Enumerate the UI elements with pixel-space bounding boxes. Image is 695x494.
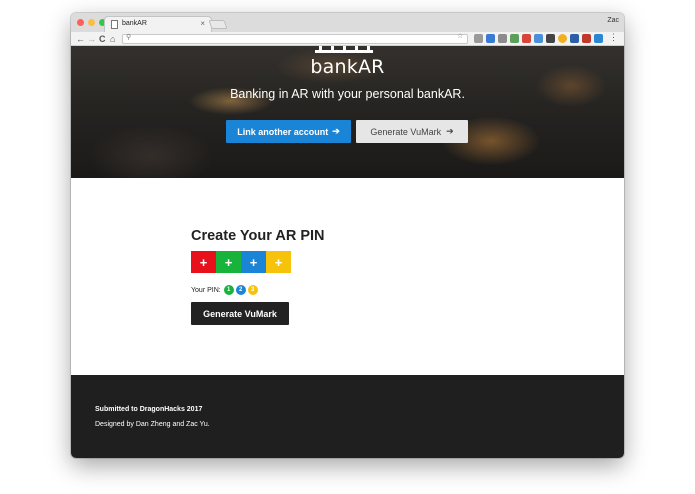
extension-icon[interactable] xyxy=(582,34,591,43)
link-account-label: Link another account xyxy=(237,126,329,137)
pin-pad: + + + + xyxy=(191,251,291,273)
footer: Submitted to DragonHacks 2017 Designed b… xyxy=(71,375,624,458)
link-account-button[interactable]: Link another account ➔ xyxy=(226,120,351,143)
pin-section: Create Your AR PIN + + + + Your PIN: 1 2… xyxy=(71,178,624,375)
home-icon[interactable]: ⌂ xyxy=(110,33,115,45)
pin-pad-yellow-button[interactable]: + xyxy=(266,251,291,273)
pin-digit: 1 xyxy=(223,285,234,295)
pin-label: Your PIN: xyxy=(191,286,221,294)
arrow-right-icon: ➔ xyxy=(332,126,340,136)
arrow-right-icon: ➔ xyxy=(446,126,454,136)
browser-window: bankAR × Zac ← → C ⌂ ⚲ ☆ ⋮ bankAR Bankin… xyxy=(71,13,624,458)
tab-title: bankAR xyxy=(122,20,147,27)
extension-icon[interactable] xyxy=(486,34,495,43)
bank-logo-icon xyxy=(311,46,377,55)
menu-icon[interactable]: ⋮ xyxy=(609,32,618,43)
extension-icon[interactable] xyxy=(510,34,519,43)
document-icon xyxy=(111,20,118,29)
brand-name: bankAR xyxy=(310,56,385,78)
search-icon: ⚲ xyxy=(126,34,132,41)
extension-icon[interactable] xyxy=(522,34,531,43)
hero-generate-vumark-button[interactable]: Generate VuMark ➔ xyxy=(356,120,468,143)
generate-vumark-label: Generate VuMark xyxy=(370,126,442,137)
bookmark-icon[interactable]: ☆ xyxy=(457,32,463,40)
tagline: Banking in AR with your personal bankAR. xyxy=(230,87,465,101)
profile-name[interactable]: Zac xyxy=(607,17,619,24)
close-window-button[interactable] xyxy=(77,19,84,26)
window-controls xyxy=(77,19,106,26)
pin-digit: 3 xyxy=(247,285,258,295)
generate-vumark-button[interactable]: Generate VuMark xyxy=(191,302,289,325)
footer-credits: Designed by Dan Zheng and Zac Yu. xyxy=(95,421,210,428)
address-bar[interactable]: ⚲ xyxy=(122,34,468,44)
forward-icon[interactable]: → xyxy=(87,33,96,45)
footer-submission: Submitted to DragonHacks 2017 xyxy=(95,406,203,413)
tab-bankar[interactable]: bankAR × xyxy=(104,16,212,32)
tab-close-icon[interactable]: × xyxy=(200,19,205,28)
extension-icon[interactable] xyxy=(534,34,543,43)
tab-strip: bankAR × Zac xyxy=(71,13,624,32)
browser-toolbar: ← → C ⌂ ⚲ ☆ ⋮ xyxy=(71,32,624,46)
pin-pad-red-button[interactable]: + xyxy=(191,251,216,273)
pin-pad-blue-button[interactable]: + xyxy=(241,251,266,273)
extension-icon[interactable] xyxy=(498,34,507,43)
extension-icon[interactable] xyxy=(558,34,567,43)
reload-icon[interactable]: C xyxy=(99,33,106,45)
back-icon[interactable]: ← xyxy=(76,33,85,45)
extension-icon[interactable] xyxy=(546,34,555,43)
pin-display: Your PIN: 1 2 3 xyxy=(191,285,258,295)
extension-icon[interactable] xyxy=(594,34,603,43)
hero-section: bankAR Banking in AR with your personal … xyxy=(71,46,624,178)
page-title: Create Your AR PIN xyxy=(191,228,325,244)
pin-digit: 2 xyxy=(235,285,246,295)
pin-pad-green-button[interactable]: + xyxy=(216,251,241,273)
minimize-window-button[interactable] xyxy=(88,19,95,26)
extension-icon[interactable] xyxy=(570,34,579,43)
extension-icon[interactable] xyxy=(474,34,483,43)
new-tab-button[interactable] xyxy=(208,20,228,29)
